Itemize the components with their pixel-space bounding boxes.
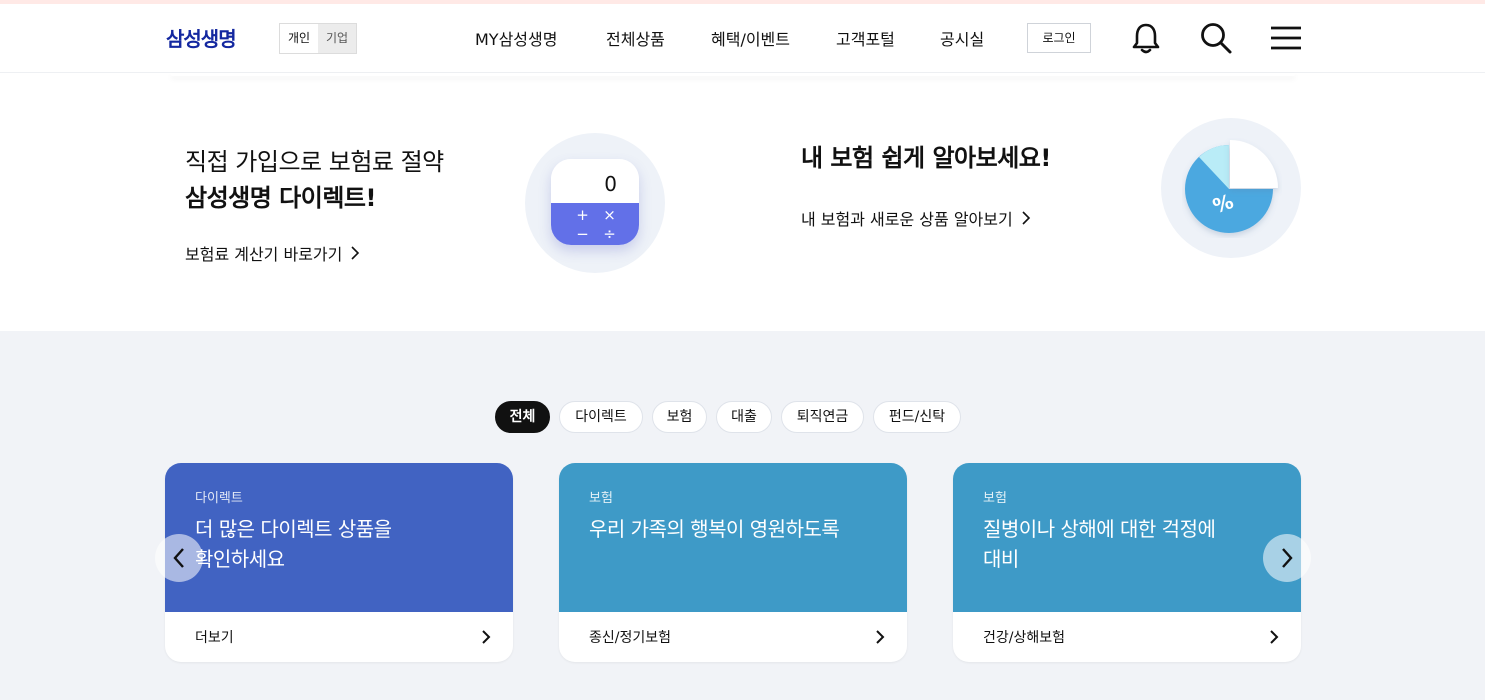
card-body: 보험 우리 가족의 행복이 영원하도록: [559, 463, 907, 612]
card-title: 질병이나 상해에 대한 걱정에 대비: [983, 514, 1271, 574]
percent-pie-icon: %: [1185, 140, 1278, 233]
header-dropdown-edge: [170, 73, 1296, 76]
logo[interactable]: 삼성생명: [166, 23, 237, 52]
product-card-health[interactable]: 보험 질병이나 상해에 대한 걱정에 대비 건강/상해보험: [953, 463, 1301, 662]
chip-insurance[interactable]: 보험: [652, 401, 707, 433]
chip-pension[interactable]: 퇴직연금: [781, 401, 864, 433]
chip-all[interactable]: 전체: [495, 401, 550, 433]
card-body: 보험 질병이나 상해에 대한 걱정에 대비: [953, 463, 1301, 612]
multiply-key: ×: [603, 206, 616, 224]
card-body: 다이렉트 더 많은 다이렉트 상품을 확인하세요: [165, 463, 513, 612]
calculator-icon: 0 + × − ÷: [551, 159, 639, 245]
nav-all-products[interactable]: 전체상품: [606, 26, 665, 50]
chip-loan[interactable]: 대출: [716, 401, 772, 433]
nav-benefits-events[interactable]: 혜택/이벤트: [711, 26, 790, 50]
divide-key: ÷: [603, 225, 616, 243]
card-link[interactable]: 종신/정기보험: [559, 612, 907, 662]
card-link-label: 종신/정기보험: [589, 630, 671, 646]
chevron-right-icon: [1282, 548, 1293, 568]
card-title: 우리 가족의 행복이 영원하도록: [589, 514, 877, 544]
card-category: 다이렉트: [195, 491, 243, 506]
header: 삼성생명 개인 기업 MY삼성생명 전체상품 혜택/이벤트 고객포털 공시실 로…: [0, 4, 1485, 73]
calculator-keys: + × − ÷: [551, 203, 639, 245]
calculator-link[interactable]: 보험료 계산기 바로가기: [185, 241, 360, 265]
search-icon[interactable]: [1198, 20, 1234, 56]
login-button[interactable]: 로그인: [1027, 23, 1091, 53]
menu-icon[interactable]: [1268, 20, 1304, 56]
chip-fund[interactable]: 펀드/신탁: [873, 401, 961, 433]
plus-key: +: [576, 206, 589, 224]
chevron-right-icon: [351, 246, 360, 260]
card-category: 보험: [589, 491, 613, 506]
card-title-line1: 우리 가족의 행복이 영원하도록: [589, 517, 840, 541]
promo-direct-line2: 삼성생명 다이렉트!: [185, 184, 376, 212]
chevron-right-icon: [876, 630, 885, 644]
promo-direct-heading: 직접 가입으로 보험료 절약 삼성생명 다이렉트!: [185, 144, 444, 216]
calculator-link-label: 보험료 계산기 바로가기: [185, 245, 343, 264]
card-title-line2: 확인하세요: [195, 547, 285, 571]
chevron-left-icon: [173, 548, 184, 568]
card-title: 더 많은 다이렉트 상품을 확인하세요: [195, 514, 483, 574]
card-title-line1: 질병이나 상해에 대한 걱정에: [983, 517, 1216, 541]
chevron-right-icon: [1022, 211, 1030, 225]
nav-disclosure[interactable]: 공시실: [940, 26, 984, 50]
carousel-prev-button[interactable]: [155, 534, 203, 582]
carousel-next-button[interactable]: [1263, 534, 1311, 582]
card-link-label: 더보기: [195, 630, 234, 646]
promo-direct-line1: 직접 가입으로 보험료 절약: [185, 148, 444, 176]
card-title-line1: 더 많은 다이렉트 상품을: [195, 517, 392, 541]
insurance-info-link[interactable]: 내 보험과 새로운 상품 알아보기: [801, 206, 1031, 230]
segment-business[interactable]: 기업: [318, 24, 356, 53]
customer-type-toggle: 개인 기업: [279, 23, 357, 54]
product-card-life[interactable]: 보험 우리 가족의 행복이 영원하도록 종신/정기보험: [559, 463, 907, 662]
card-category: 보험: [983, 491, 1007, 506]
product-card-direct[interactable]: 다이렉트 더 많은 다이렉트 상품을 확인하세요 더보기: [165, 463, 513, 662]
chevron-right-icon: [1270, 630, 1279, 644]
segment-personal[interactable]: 개인: [280, 24, 318, 53]
chip-direct[interactable]: 다이렉트: [559, 401, 643, 433]
nav-my-samsunglife[interactable]: MY삼성생명: [475, 26, 557, 50]
nav-customer-portal[interactable]: 고객포털: [836, 26, 895, 50]
card-title-line2: 대비: [983, 547, 1019, 571]
card-link-label: 건강/상해보험: [983, 630, 1065, 646]
promo-insurance-heading: 내 보험 쉽게 알아보세요!: [801, 144, 1051, 172]
bell-icon[interactable]: [1128, 20, 1164, 56]
calculator-display: 0: [551, 159, 639, 203]
chevron-right-icon: [482, 630, 491, 644]
card-link[interactable]: 건강/상해보험: [953, 612, 1301, 662]
card-link[interactable]: 더보기: [165, 612, 513, 662]
insurance-info-link-label: 내 보험과 새로운 상품 알아보기: [801, 210, 1013, 229]
minus-key: −: [576, 225, 589, 243]
